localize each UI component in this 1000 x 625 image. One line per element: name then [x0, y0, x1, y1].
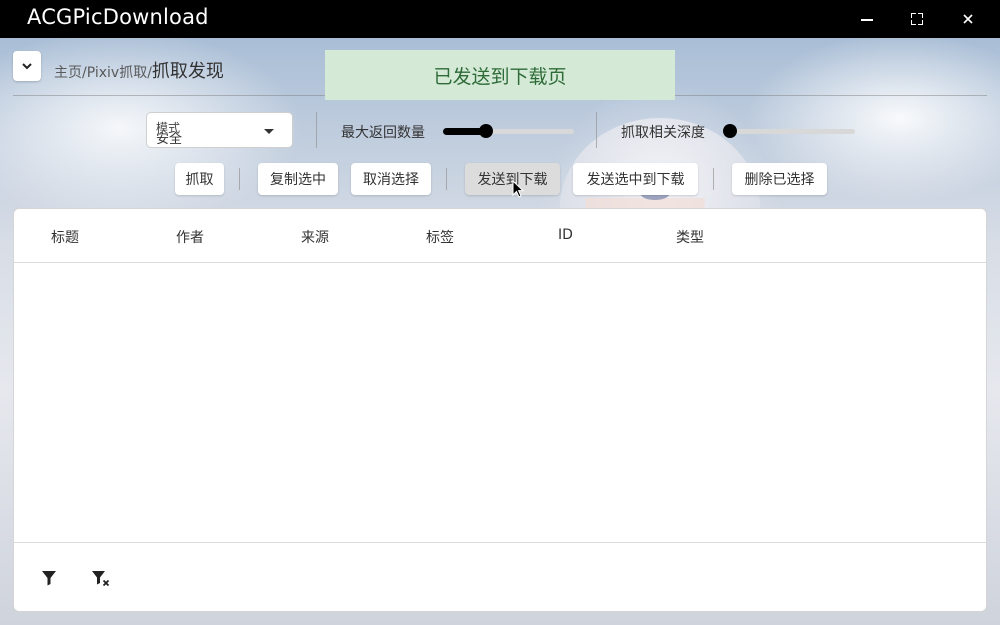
fetch-button[interactable]: 抓取 [175, 163, 224, 195]
minimize-button[interactable] [842, 0, 892, 38]
page-title: 抓取发现 [151, 61, 224, 82]
column-header-title[interactable]: 标题 [51, 227, 79, 247]
app-title: ACGPicDownload [27, 5, 209, 29]
breadcrumb-home[interactable]: 主页 [54, 65, 82, 81]
table-footer [14, 542, 986, 613]
slider-track [730, 129, 855, 134]
filter-icon[interactable] [38, 567, 60, 589]
mouse-cursor-icon [512, 180, 525, 198]
clear-selection-button[interactable]: 取消选择 [351, 163, 431, 195]
clear-filter-icon[interactable] [90, 567, 112, 589]
column-header-author[interactable]: 作者 [176, 227, 204, 247]
divider [596, 112, 597, 148]
related-depth-slider[interactable] [723, 123, 855, 139]
minimize-icon [861, 18, 873, 21]
mode-select-value: 安全 [156, 132, 183, 147]
divider [446, 168, 447, 190]
column-header-type[interactable]: 类型 [676, 227, 704, 247]
maximize-button[interactable] [892, 0, 942, 38]
copy-selected-button[interactable]: 复制选中 [258, 163, 338, 195]
maximize-icon [911, 13, 923, 25]
max-results-label: 最大返回数量 [341, 125, 425, 141]
related-depth-label: 抓取相关深度 [621, 125, 705, 141]
close-button[interactable] [943, 0, 993, 38]
table-body [14, 263, 986, 542]
caret-down-icon [264, 129, 274, 134]
divider [239, 168, 240, 190]
title-bar: ACGPicDownload [0, 0, 1000, 38]
column-header-tags[interactable]: 标签 [426, 227, 454, 247]
send-selected-to-download-button[interactable]: 发送选中到下载 [573, 163, 698, 195]
table-header: 标题 作者 来源 标签 ID 类型 [14, 209, 986, 263]
breadcrumb: 主页/Pixiv抓取/抓取发现 [54, 57, 224, 83]
column-header-id[interactable]: ID [558, 227, 573, 243]
close-icon [963, 14, 973, 24]
column-header-source[interactable]: 来源 [301, 227, 329, 247]
slider-thumb[interactable] [479, 124, 493, 138]
max-results-slider[interactable] [443, 123, 574, 139]
toast-notification: 已发送到下载页 [325, 50, 675, 100]
divider [316, 112, 317, 148]
divider [713, 168, 714, 190]
delete-selected-button[interactable]: 删除已选择 [732, 163, 827, 195]
chevron-down-icon [22, 63, 32, 70]
results-table: 标题 作者 来源 标签 ID 类型 [13, 208, 987, 612]
mode-select[interactable]: 模式 安全 [146, 112, 293, 148]
slider-thumb[interactable] [723, 124, 737, 138]
breadcrumb-pixiv[interactable]: Pixiv抓取 [87, 65, 147, 81]
nav-toggle-button[interactable] [13, 51, 41, 81]
